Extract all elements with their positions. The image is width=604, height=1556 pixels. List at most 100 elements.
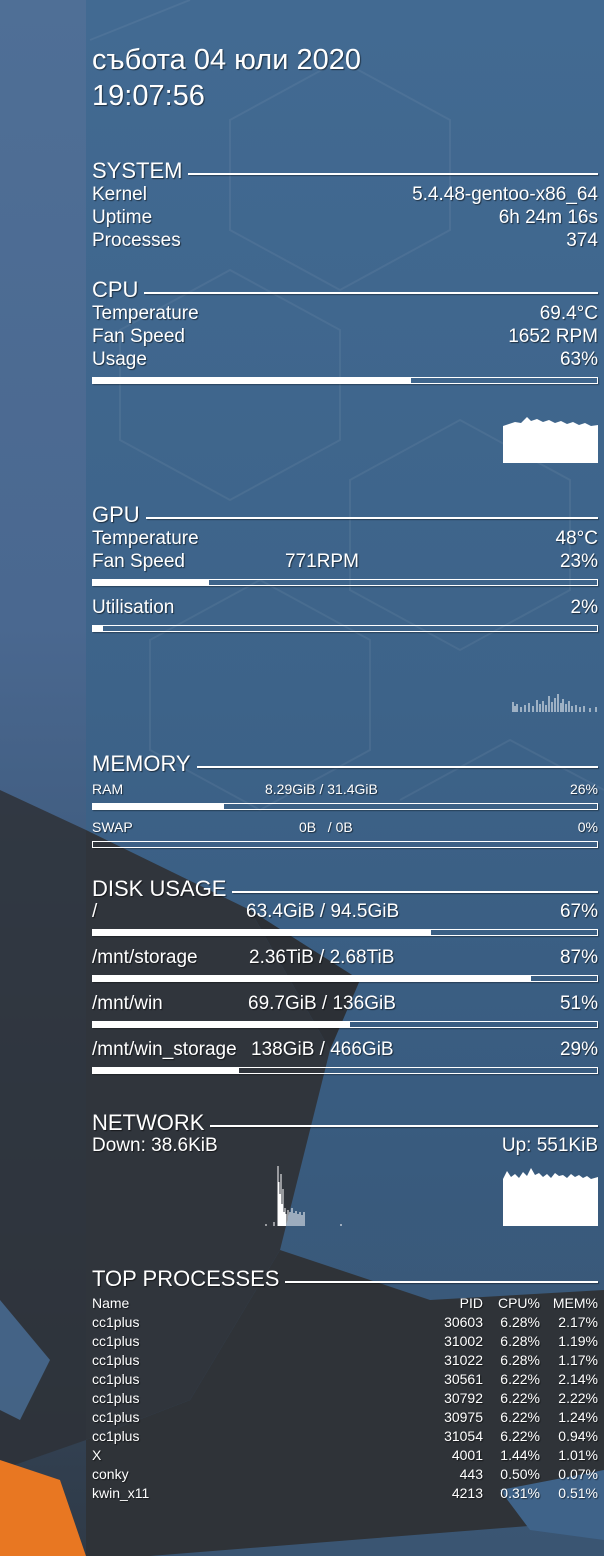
gpu-title: GPU	[92, 502, 140, 527]
process-mem: 2.17%	[558, 1314, 598, 1330]
swap-usage: 0B / 0B	[299, 819, 353, 835]
gpu-utilisation-graph-bars	[512, 694, 597, 712]
memory-section-header: MEMORY	[92, 751, 598, 775]
network-section-header: NETWORK	[92, 1110, 598, 1134]
cpu-usage-graph-area	[503, 417, 598, 463]
disk-title: DISK USAGE	[92, 876, 227, 901]
top-processes-title: TOP PROCESSES	[92, 1266, 280, 1291]
process-cpu: 0.50%	[500, 1466, 540, 1482]
network-up: Up: 551KiB	[501, 1135, 598, 1156]
cpu-section-header: CPU	[92, 277, 598, 301]
process-name: conky	[92, 1466, 129, 1482]
disk-row-root: / 63.4GiB / 94.5GiB 67%	[92, 901, 598, 923]
process-cpu: 0.31%	[500, 1485, 540, 1501]
section-divider	[285, 1281, 598, 1283]
disk-row-win: /mnt/win 69.7GiB / 136GiB 51%	[92, 993, 598, 1015]
disk-bar-win-storage	[92, 1067, 598, 1074]
ram-row: RAM 8.29GiB / 31.4GiB 26%	[92, 780, 598, 798]
processes-row: Processes 374	[92, 230, 598, 252]
network-down-graph	[265, 1166, 342, 1226]
cpu-title: CPU	[92, 277, 139, 302]
disk-bar-fill	[93, 1068, 240, 1073]
gpu-fan-row: Fan Speed 771RPM 23%	[92, 551, 598, 573]
gpu-fan-rpm: 771RPM	[285, 551, 359, 572]
process-pid: 4213	[451, 1485, 483, 1501]
kernel-row: Kernel 5.4.48-gentoo-x86_64	[92, 184, 598, 206]
gpu-temperature-row: Temperature 48°C	[92, 528, 598, 550]
uptime-row: Uptime 6h 24m 16s	[92, 207, 598, 229]
disk-usage: 138GiB / 466GiB	[251, 1039, 394, 1060]
uptime-label: Uptime	[92, 207, 153, 228]
process-name: cc1plus	[92, 1428, 140, 1444]
disk-percent: 87%	[559, 947, 598, 968]
processes-section-header: TOP PROCESSES	[92, 1266, 598, 1290]
cpu-usage-row: Usage 63%	[92, 349, 598, 371]
process-name: cc1plus	[92, 1333, 140, 1349]
gpu-fan-bar-fill	[93, 580, 209, 585]
process-cpu: 6.22%	[500, 1390, 540, 1406]
ram-bar-fill	[93, 804, 225, 809]
cpu-temperature-value: 69.4°C	[539, 303, 598, 324]
processes-value: 374	[566, 230, 598, 251]
process-table-header: Name PID CPU% MEM%	[92, 1294, 598, 1313]
table-row: cc1plus 31022 6.28% 1.17%	[92, 1351, 598, 1370]
disk-mount: /	[92, 901, 98, 922]
process-name: cc1plus	[92, 1390, 140, 1406]
section-divider	[145, 517, 598, 519]
disk-bar-fill	[93, 930, 431, 935]
gpu-fan-bar	[92, 579, 598, 586]
network-up-graph	[503, 1168, 598, 1226]
swap-bar	[92, 841, 598, 848]
cpu-usage-value: 63%	[559, 349, 598, 370]
system-title: SYSTEM	[92, 158, 183, 183]
section-divider	[196, 766, 598, 768]
network-title: NETWORK	[92, 1110, 205, 1135]
column-header-pid: PID	[459, 1295, 483, 1311]
section-divider	[144, 292, 598, 294]
section-divider	[188, 173, 598, 175]
disk-section-header: DISK USAGE	[92, 876, 598, 900]
swap-row: SWAP 0B / 0B 0%	[92, 818, 598, 836]
process-pid: 31002	[444, 1333, 483, 1349]
kernel-value: 5.4.48-gentoo-x86_64	[412, 184, 598, 205]
network-up-graph-area	[503, 1168, 598, 1226]
process-pid: 30975	[444, 1409, 483, 1425]
cpu-usage-graph	[503, 417, 598, 463]
section-divider	[210, 1125, 598, 1127]
disk-percent: 29%	[559, 1039, 598, 1060]
ram-label: RAM	[92, 781, 124, 797]
network-down-graph-bars	[265, 1166, 342, 1226]
disk-percent: 51%	[559, 993, 598, 1014]
disk-bar-win	[92, 1021, 598, 1028]
process-mem: 1.19%	[558, 1333, 598, 1349]
system-section-header: SYSTEM	[92, 158, 598, 182]
disk-row-win-storage: /mnt/win_storage 138GiB / 466GiB 29%	[92, 1039, 598, 1061]
process-mem: 1.17%	[558, 1352, 598, 1368]
table-row: cc1plus 30603 6.28% 2.17%	[92, 1313, 598, 1332]
gpu-utilisation-label: Utilisation	[92, 597, 175, 618]
gpu-utilisation-value: 2%	[570, 597, 598, 618]
swap-percent: 0%	[577, 819, 598, 835]
cpu-temperature-row: Temperature 69.4°C	[92, 303, 598, 325]
network-down: Down: 38.6KiB	[92, 1135, 218, 1156]
process-cpu: 6.22%	[500, 1371, 540, 1387]
process-name: cc1plus	[92, 1409, 140, 1425]
table-row: cc1plus 30561 6.22% 2.14%	[92, 1370, 598, 1389]
process-pid: 31054	[444, 1428, 483, 1444]
table-row: cc1plus 31054 6.22% 0.94%	[92, 1427, 598, 1446]
process-table: Name PID CPU% MEM% cc1plus 30603 6.28% 2…	[92, 1294, 598, 1503]
gpu-temperature-label: Temperature	[92, 528, 199, 549]
cpu-fan-value: 1652 RPM	[508, 326, 598, 347]
process-mem: 0.07%	[558, 1466, 598, 1482]
table-row: cc1plus 31002 6.28% 1.19%	[92, 1332, 598, 1351]
ram-usage: 8.29GiB / 31.4GiB	[265, 781, 378, 797]
process-cpu: 6.28%	[500, 1314, 540, 1330]
disk-mount: /mnt/win	[92, 993, 163, 1014]
process-mem: 1.01%	[558, 1447, 598, 1463]
disk-percent: 67%	[559, 901, 598, 922]
process-mem: 2.22%	[558, 1390, 598, 1406]
gpu-utilisation-bar	[92, 625, 598, 632]
process-pid: 443	[459, 1466, 483, 1482]
processes-label: Processes	[92, 230, 181, 251]
cpu-usage-label: Usage	[92, 349, 147, 370]
